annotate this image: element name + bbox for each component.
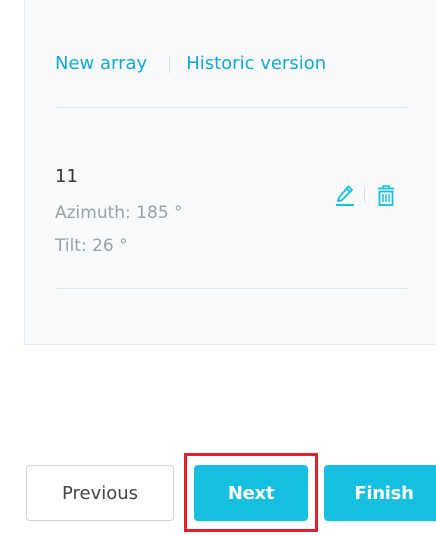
array-tabs: New array Historic version (55, 52, 326, 76)
wizard-page: New array Historic version 11 Azimuth: 1… (0, 0, 436, 535)
divider (55, 107, 408, 108)
array-azimuth: Azimuth: 185 ° (55, 203, 183, 223)
array-list-item: 11 Azimuth: 185 ° Tilt: 26 ° (55, 165, 415, 269)
array-panel: New array Historic version 11 Azimuth: 1… (24, 0, 436, 345)
array-name: 11 (55, 166, 78, 187)
trash-icon (378, 185, 394, 206)
edit-button[interactable] (332, 181, 358, 209)
finish-button[interactable]: Finish (324, 465, 436, 521)
tab-separator (169, 55, 171, 73)
tab-historic-version[interactable]: Historic version (186, 52, 326, 76)
action-separator (364, 187, 365, 203)
delete-button[interactable] (373, 181, 399, 209)
previous-button[interactable]: Previous (26, 465, 174, 521)
next-button[interactable]: Next (194, 465, 308, 521)
array-actions (332, 181, 399, 209)
divider (55, 288, 408, 289)
pencil-icon (336, 185, 354, 206)
array-tilt: Tilt: 26 ° (55, 236, 128, 256)
tab-new-array[interactable]: New array (55, 52, 147, 76)
